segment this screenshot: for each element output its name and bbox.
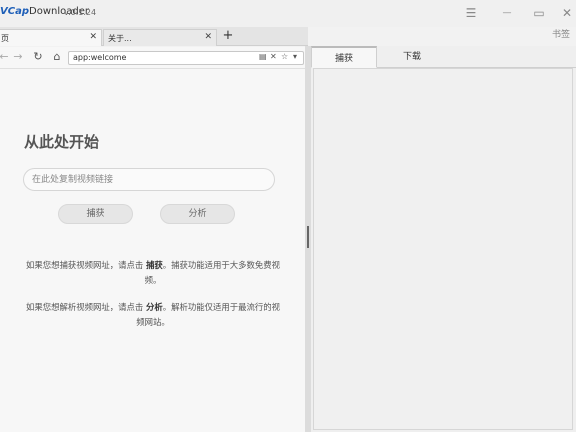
dropdown-icon[interactable]: ▾ xyxy=(293,52,297,61)
browser-tab-home[interactable]: 页 ✕ xyxy=(0,29,102,46)
clear-icon[interactable]: ✕ xyxy=(270,52,277,61)
home-icon[interactable]: ⌂ xyxy=(51,50,63,63)
analyze-help-text: 如果您想解析视频网址，请点击 分析。解析功能仅适用于最流行的视频网站。 xyxy=(26,302,280,327)
reload-icon[interactable]: ↻ xyxy=(32,50,44,63)
tab-capture[interactable]: 捕获 xyxy=(311,46,377,68)
splitter-grip-icon[interactable] xyxy=(307,226,309,248)
browser-tab-about[interactable]: 关于... ✕ xyxy=(103,29,217,46)
capture-keyword: 捕获 xyxy=(145,260,163,270)
title-bar: VCapDownloader v.0.1.24 ☰ — ▭ ✕ xyxy=(0,0,576,27)
maximize-icon[interactable]: ▭ xyxy=(530,5,548,21)
browser-view xyxy=(0,69,305,432)
tab-label: 页 xyxy=(1,34,9,43)
close-tab-icon[interactable]: ✕ xyxy=(204,32,212,42)
forward-icon[interactable]: → xyxy=(12,50,24,63)
new-tab-button[interactable]: + xyxy=(221,28,235,43)
right-panel-tabs: 捕获 下载 xyxy=(311,46,576,68)
close-tab-icon[interactable]: ✕ xyxy=(89,32,97,42)
app-brand: Cap xyxy=(7,6,29,17)
url-text: app:welcome xyxy=(73,53,127,62)
reader-icon[interactable]: ▤ xyxy=(259,52,267,61)
browser-tab-bar: 页 ✕ 关于... ✕ xyxy=(0,27,308,46)
tab-label: 关于... xyxy=(108,34,132,43)
analyze-button[interactable]: 分析 xyxy=(160,204,235,224)
close-window-icon[interactable]: ✕ xyxy=(558,5,576,21)
video-link-field[interactable] xyxy=(23,168,275,191)
tab-download[interactable]: 下载 xyxy=(379,46,445,68)
address-bar[interactable]: app:welcome ▤ ✕ ☆ ▾ xyxy=(68,51,304,65)
app-brand-prefix: V xyxy=(0,6,8,17)
back-icon[interactable]: ← xyxy=(0,50,10,63)
bookmarks-button[interactable]: 书签 xyxy=(552,27,570,40)
capture-button[interactable]: 捕获 xyxy=(58,204,133,224)
capture-list-area xyxy=(313,68,573,430)
app-version: v.0.1.24 xyxy=(64,8,97,17)
navigation-bar: ← → ↻ ⌂ app:welcome ▤ ✕ ☆ ▾ xyxy=(0,47,308,69)
star-icon[interactable]: ☆ xyxy=(281,52,288,61)
capture-help-text: 如果您想捕获视频网址，请点击 捕获。捕获功能适用于大多数免费视频。 xyxy=(26,260,280,285)
menu-icon[interactable]: ☰ xyxy=(462,5,480,21)
welcome-title: 从此处开始 xyxy=(24,133,100,151)
minimize-icon[interactable]: — xyxy=(498,5,516,21)
video-link-input[interactable] xyxy=(32,173,268,187)
analyze-keyword: 分析 xyxy=(145,302,163,312)
